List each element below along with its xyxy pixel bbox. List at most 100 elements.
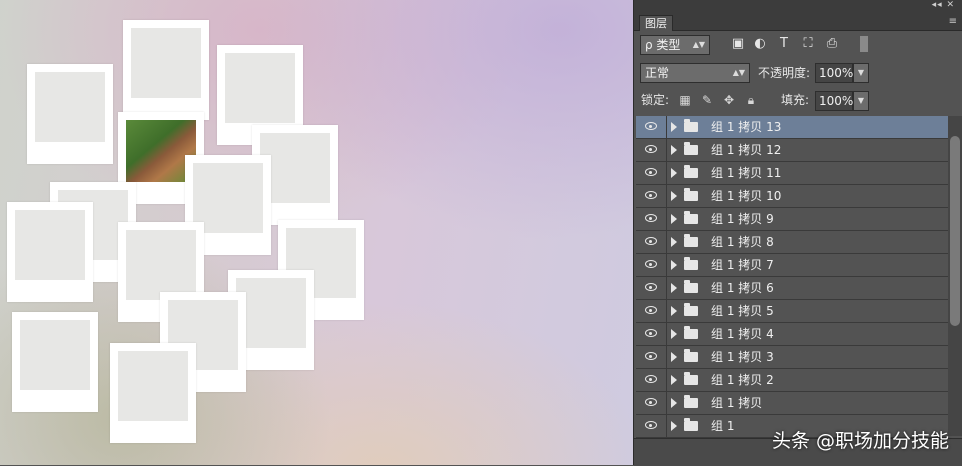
layer-row[interactable]: 组 1 拷贝 12 (636, 139, 948, 162)
layer-name: 组 1 拷贝 5 (711, 304, 774, 318)
watermark: 头条 @职场加分技能 (771, 430, 949, 452)
layer-row[interactable]: 组 1 拷贝 11 (636, 162, 948, 185)
lock-position-icon[interactable]: ✥ (721, 92, 737, 108)
layer-row[interactable]: 组 1 拷贝 6 (636, 277, 948, 300)
visibility-toggle[interactable] (636, 346, 667, 368)
layer-name: 组 1 拷贝 11 (711, 166, 782, 180)
layer-name: 组 1 拷贝 12 (711, 143, 782, 157)
eye-icon (645, 122, 657, 130)
expand-arrow-icon[interactable] (671, 421, 677, 431)
eye-icon (645, 398, 657, 406)
visibility-toggle[interactable] (636, 254, 667, 276)
expand-arrow-icon[interactable] (671, 306, 677, 316)
adjustment-filter-icon[interactable]: ◐ (752, 36, 768, 52)
visibility-toggle[interactable] (636, 208, 667, 230)
polaroid-frame (7, 202, 93, 302)
blend-mode-select[interactable]: 正常 ▲▼ (640, 63, 750, 83)
expand-arrow-icon[interactable] (671, 398, 677, 408)
eye-icon (645, 375, 657, 383)
polaroid-frame (27, 64, 113, 164)
expand-arrow-icon[interactable] (671, 283, 677, 293)
layer-row[interactable]: 组 1 拷贝 10 (636, 185, 948, 208)
blend-mode-label: 正常 (645, 66, 670, 80)
layers-scrollbar[interactable] (948, 116, 962, 436)
opacity-input[interactable]: 100% (815, 63, 853, 83)
layer-row[interactable]: 组 1 拷贝 7 (636, 254, 948, 277)
folder-icon (684, 165, 698, 178)
visibility-toggle[interactable] (636, 162, 667, 184)
polaroid-frame (12, 312, 98, 412)
shape-filter-icon[interactable]: ⛶ (800, 36, 816, 52)
select-arrow-icon: ▲▼ (732, 68, 745, 77)
layer-name: 组 1 拷贝 13 (711, 120, 782, 134)
visibility-toggle[interactable] (636, 415, 667, 437)
layer-row[interactable]: 组 1 拷贝 4 (636, 323, 948, 346)
visibility-toggle[interactable] (636, 185, 667, 207)
visibility-toggle[interactable] (636, 392, 667, 414)
filter-type-label: ρ 类型 (645, 38, 681, 52)
layer-row[interactable]: 组 1 拷贝 9 (636, 208, 948, 231)
filter-type-select[interactable]: ρ 类型 ▲▼ (640, 35, 710, 55)
tab-layers[interactable]: 图层 (639, 15, 673, 31)
eye-icon (645, 168, 657, 176)
lock-image-pixels-icon[interactable]: ✎ (699, 92, 715, 108)
visibility-toggle[interactable] (636, 231, 667, 253)
image-filter-icon[interactable]: ▣ (730, 36, 746, 52)
expand-arrow-icon[interactable] (671, 375, 677, 385)
panel-collapse-bar[interactable]: ◂◂ ✕ (634, 0, 962, 14)
visibility-toggle[interactable] (636, 369, 667, 391)
layer-row[interactable]: 组 1 拷贝 (636, 392, 948, 415)
layer-name: 组 1 拷贝 9 (711, 212, 774, 226)
expand-arrow-icon[interactable] (671, 329, 677, 339)
folder-icon (684, 142, 698, 155)
layer-row[interactable]: 组 1 拷贝 2 (636, 369, 948, 392)
folder-icon (684, 418, 698, 431)
expand-arrow-icon[interactable] (671, 237, 677, 247)
panel-tab-bar: 图层 ≡ (634, 14, 962, 31)
eye-icon (645, 306, 657, 314)
filter-row: ρ 类型 ▲▼ ▣ ◐ T ⛶ ⎙ (634, 34, 962, 56)
polaroid-frame (110, 343, 196, 443)
folder-icon (684, 188, 698, 201)
layer-row[interactable]: 组 1 拷贝 3 (636, 346, 948, 369)
expand-arrow-icon[interactable] (671, 191, 677, 201)
opacity-dropdown-icon[interactable]: ▼ (853, 63, 869, 83)
visibility-toggle[interactable] (636, 277, 667, 299)
visibility-toggle[interactable] (636, 116, 667, 138)
filter-toggle-icon[interactable] (860, 36, 868, 52)
expand-arrow-icon[interactable] (671, 214, 677, 224)
layer-row[interactable]: 组 1 拷贝 5 (636, 300, 948, 323)
lock-label: 锁定: (641, 93, 670, 107)
document-canvas[interactable] (0, 0, 633, 465)
folder-icon (684, 395, 698, 408)
eye-icon (645, 421, 657, 429)
expand-arrow-icon[interactable] (671, 260, 677, 270)
visibility-toggle[interactable] (636, 139, 667, 161)
collapse-icon[interactable]: ◂◂ ✕ (932, 0, 955, 10)
type-filter-icon[interactable]: T (776, 36, 792, 52)
folder-icon (684, 372, 698, 385)
eye-icon (645, 191, 657, 199)
expand-arrow-icon[interactable] (671, 352, 677, 362)
layers-panel: ◂◂ ✕ 图层 ≡ ρ 类型 ▲▼ ▣ ◐ T ⛶ ⎙ 正常 ▲▼ 不透明度: … (633, 0, 962, 466)
scrollbar-thumb[interactable] (950, 136, 960, 326)
layer-name: 组 1 拷贝 7 (711, 258, 774, 272)
expand-arrow-icon[interactable] (671, 168, 677, 178)
folder-icon (684, 303, 698, 316)
eye-icon (645, 329, 657, 337)
fill-dropdown-icon[interactable]: ▼ (853, 91, 869, 111)
lock-transparent-pixels-icon[interactable]: ▦ (677, 92, 693, 108)
layer-row[interactable]: 组 1 拷贝 13 (636, 116, 948, 139)
visibility-toggle[interactable] (636, 323, 667, 345)
smart-object-filter-icon[interactable]: ⎙ (824, 36, 840, 52)
expand-arrow-icon[interactable] (671, 122, 677, 132)
layer-name: 组 1 (711, 419, 735, 433)
fill-input[interactable]: 100% (815, 91, 853, 111)
panel-menu-icon[interactable]: ≡ (949, 16, 957, 27)
layer-name: 组 1 拷贝 8 (711, 235, 774, 249)
lock-all-icon[interactable]: 🔒︎ (743, 92, 759, 108)
expand-arrow-icon[interactable] (671, 145, 677, 155)
layer-row[interactable]: 组 1 拷贝 8 (636, 231, 948, 254)
visibility-toggle[interactable] (636, 300, 667, 322)
folder-icon (684, 234, 698, 247)
